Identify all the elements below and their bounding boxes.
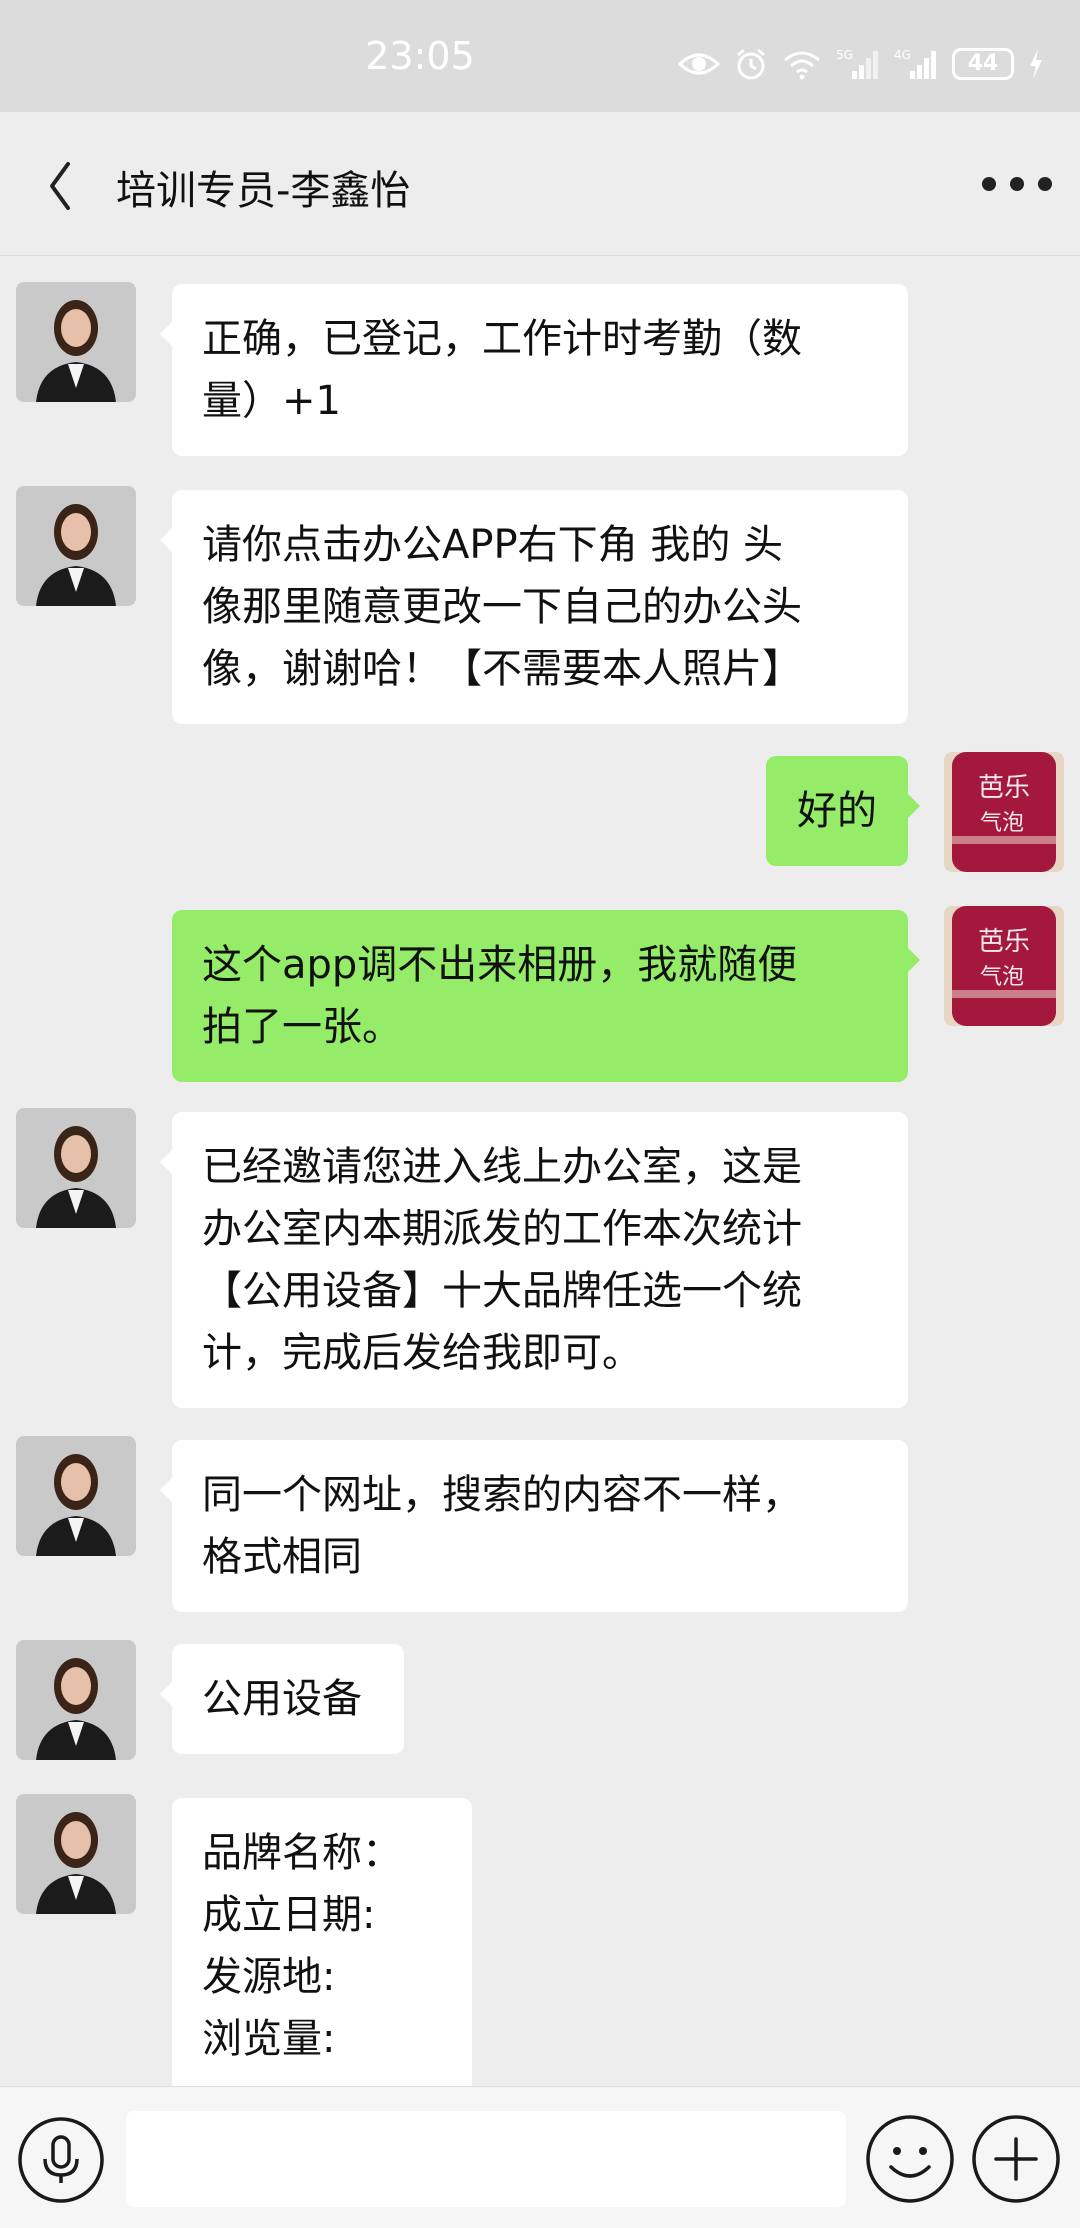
- status-icons: 5G 4G 44: [678, 44, 1044, 84]
- message-bubble-in[interactable]: 公用设备: [160, 1644, 404, 1754]
- more-functions-button[interactable]: [970, 2113, 1062, 2205]
- battery-icon: 44: [952, 48, 1014, 80]
- contact-avatar[interactable]: [16, 1794, 136, 1914]
- self-avatar[interactable]: 芭乐 气泡: [944, 906, 1064, 1026]
- message-bubble-out[interactable]: 这个app调不出来相册，我就随便 拍了一张。: [172, 910, 920, 1082]
- chat-title: 培训专员-李鑫怡: [116, 168, 411, 214]
- self-avatar[interactable]: 芭乐 气泡: [944, 752, 1064, 872]
- more-dot: [1038, 177, 1052, 191]
- svg-text:5G: 5G: [836, 48, 853, 62]
- svg-text:气泡: 气泡: [980, 965, 1024, 990]
- back-chevron-icon: [50, 162, 70, 210]
- emoji-smile-icon: [866, 2115, 954, 2203]
- signal-4g-icon: 4G: [894, 47, 938, 81]
- voice-button[interactable]: [16, 2115, 106, 2205]
- chat-header: 培训专员-李鑫怡: [0, 112, 1080, 256]
- alarm-icon: [734, 47, 768, 81]
- more-dot: [982, 177, 996, 191]
- contact-avatar[interactable]: [16, 282, 136, 402]
- charging-icon: [1028, 49, 1044, 79]
- message-bubble-in[interactable]: 同一个网址，搜索的内容不一样， 格式相同: [160, 1440, 908, 1612]
- message-input[interactable]: [126, 2111, 846, 2207]
- more-button[interactable]: [982, 164, 1052, 204]
- emoji-button[interactable]: [864, 2113, 956, 2205]
- svg-text:气泡: 气泡: [980, 811, 1024, 836]
- eye-icon: [678, 50, 720, 78]
- contact-avatar[interactable]: [16, 1436, 136, 1556]
- message-bubble-in[interactable]: 请你点击办公APP右下角 我的 头 像那里随意更改一下自己的办公头 像，谢谢哈！…: [160, 490, 908, 724]
- more-dot: [1010, 177, 1024, 191]
- signal-5g-icon: 5G: [836, 47, 880, 81]
- svg-text:芭乐: 芭乐: [978, 927, 1030, 957]
- wifi-icon: [782, 48, 822, 80]
- contact-avatar[interactable]: [16, 1108, 136, 1228]
- status-bar: 23:05 5G 4G 44: [0, 0, 1080, 112]
- message-bubble-in[interactable]: 已经邀请您进入线上办公室，这是 办公室内本期派发的工作本次统计 【公用设备】十大…: [160, 1112, 908, 1408]
- contact-avatar[interactable]: [16, 486, 136, 606]
- svg-text:4G: 4G: [894, 48, 911, 62]
- message-bubble-in[interactable]: 品牌名称： 成立日期: 发源地: 浏览量:: [172, 1798, 472, 2086]
- microphone-icon: [18, 2117, 104, 2203]
- svg-text:芭乐: 芭乐: [978, 773, 1030, 803]
- contact-avatar[interactable]: [16, 1640, 136, 1760]
- input-bar: [0, 2086, 1080, 2228]
- back-button[interactable]: [38, 156, 88, 216]
- message-bubble-out[interactable]: 好的: [766, 756, 920, 866]
- message-bubble-in[interactable]: 正确，已登记，工作计时考勤（数 量）+1: [160, 284, 908, 456]
- plus-icon: [972, 2115, 1060, 2203]
